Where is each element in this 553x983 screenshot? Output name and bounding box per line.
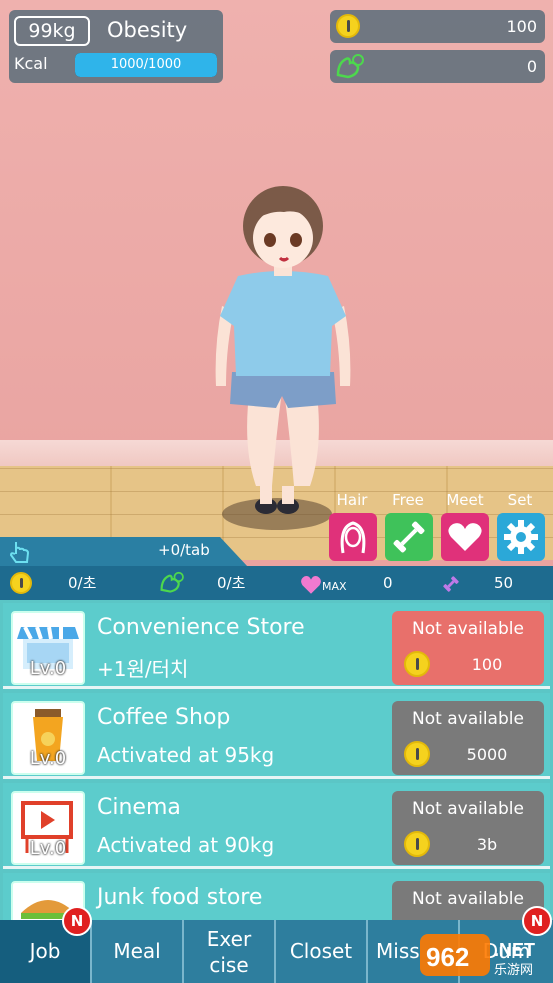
job-desc: Activated at 95kg xyxy=(97,743,275,767)
job-button-label: Not available xyxy=(412,619,524,639)
coin-icon xyxy=(336,14,360,38)
svg-text:.NET: .NET xyxy=(494,940,535,960)
job-row-coffee-shop[interactable]: Lv.0 Coffee Shop Activated at 95kg Not a… xyxy=(3,693,550,779)
muscle-value: 0 xyxy=(526,57,537,76)
free-button[interactable] xyxy=(385,513,433,561)
job-button-label: Not available xyxy=(412,709,524,729)
hair-label: Hair xyxy=(336,491,368,509)
meet-button[interactable] xyxy=(441,513,489,561)
heart-stat-icon xyxy=(301,576,321,594)
status-panel: 99kg Obesity Kcal 1000/1000 xyxy=(9,10,223,83)
heart-max-label: MAX xyxy=(322,580,347,593)
kcal-bar: 1000/1000 xyxy=(75,53,217,77)
tab-exercise[interactable]: Exer cise xyxy=(184,920,276,983)
weight-value: 99kg xyxy=(14,16,90,46)
coin-icon xyxy=(404,651,430,677)
tab-label-line2: cise xyxy=(209,953,249,977)
tap-hand-icon xyxy=(9,542,30,563)
svg-text:962: 962 xyxy=(426,942,469,972)
job-name: Convenience Store xyxy=(97,615,305,640)
store-icon: Lv.0 xyxy=(11,611,85,685)
dumbbell-value: 50 xyxy=(494,574,514,592)
coin-counter: 100 xyxy=(330,10,545,43)
kcal-value: 1000/1000 xyxy=(110,57,182,72)
job-name: Coffee Shop xyxy=(97,705,231,730)
job-level: Lv.0 xyxy=(29,658,67,679)
body-status: Obesity xyxy=(107,18,188,42)
job-desc: Activated at 90kg xyxy=(97,833,275,857)
job-list[interactable]: Lv.0 Convenience Store +1원/터치 Not availa… xyxy=(0,600,553,920)
coin-value: 100 xyxy=(506,17,537,36)
job-name: Cinema xyxy=(97,795,181,820)
tab-label: Exer xyxy=(206,927,252,951)
muscle-rate: 0/초 xyxy=(217,574,246,592)
tab-meal[interactable]: Meal xyxy=(92,920,184,983)
coin-rate: 0/초 xyxy=(68,574,97,592)
job-desc: +1원/터치 xyxy=(97,657,189,681)
heart-value: 0 xyxy=(383,574,393,592)
character[interactable] xyxy=(212,186,354,521)
meet-label: Meet xyxy=(446,491,484,509)
job-cost: 5000 xyxy=(466,745,508,764)
job-name: Junk food store xyxy=(97,885,263,910)
watermark-logo: 962 .NET 乐游网 xyxy=(420,934,535,978)
svg-text:乐游网: 乐游网 xyxy=(494,963,533,978)
job-upgrade-button[interactable]: Not available 100 xyxy=(392,611,544,685)
kcal-label: Kcal xyxy=(14,54,48,73)
dumbbell-stat-icon xyxy=(443,576,459,592)
job-upgrade-button[interactable]: Not available 3b xyxy=(392,791,544,865)
coin-icon xyxy=(404,741,430,767)
tap-rate: +0/tab xyxy=(158,541,210,559)
job-upgrade-button[interactable]: Not available xyxy=(392,881,544,920)
muscle-icon xyxy=(336,54,364,79)
job-cost: 100 xyxy=(471,655,503,674)
muscle-rate-icon xyxy=(160,571,184,593)
job-row-cinema[interactable]: Lv.0 Cinema Activated at 90kg Not availa… xyxy=(3,783,550,869)
stats-bar: 0/초 0/초 MAX 0 50 xyxy=(0,566,553,600)
heart-icon xyxy=(448,523,482,551)
muscle-counter: 0 xyxy=(330,50,545,83)
set-label: Set xyxy=(507,491,533,509)
free-label: Free xyxy=(392,491,424,509)
job-button-label: Not available xyxy=(412,889,524,909)
job-button-label: Not available xyxy=(412,799,524,819)
job-cost: 3b xyxy=(476,835,498,854)
job-row-convenience-store[interactable]: Lv.0 Convenience Store +1원/터치 Not availa… xyxy=(3,603,550,689)
coin-icon xyxy=(404,831,430,857)
cinema-icon: Lv.0 xyxy=(11,791,85,865)
job-level: Lv.0 xyxy=(29,748,67,769)
new-badge: N xyxy=(62,906,92,936)
hair-button[interactable] xyxy=(329,513,377,561)
job-upgrade-button[interactable]: Not available 5000 xyxy=(392,701,544,775)
hair-icon xyxy=(340,521,366,554)
gear-icon xyxy=(504,520,538,554)
tab-label: Meal xyxy=(113,939,161,963)
settings-button[interactable] xyxy=(497,513,545,561)
dumbbell-icon xyxy=(393,521,425,553)
tab-closet[interactable]: Closet xyxy=(276,920,368,983)
tab-label: Closet xyxy=(289,939,353,963)
coin-rate-icon xyxy=(10,572,32,594)
coffee-icon: Lv.0 xyxy=(11,701,85,775)
job-level: Lv.0 xyxy=(29,838,67,859)
tap-strip xyxy=(0,537,248,567)
